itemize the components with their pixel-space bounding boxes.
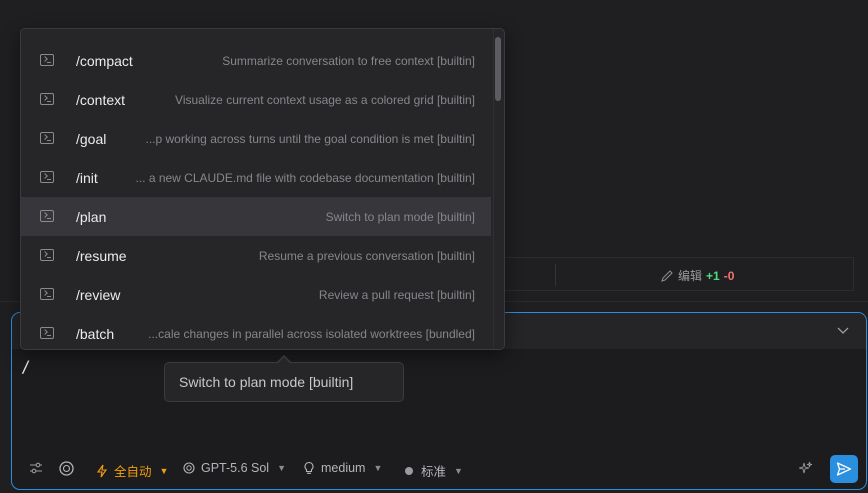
- command-item-compact[interactable]: /compact Summarize conversation to free …: [21, 41, 491, 80]
- enhance-prompt-button[interactable]: [799, 461, 813, 475]
- command-name: /review: [76, 286, 121, 303]
- bulb-icon: [304, 461, 314, 474]
- row-divider: [555, 264, 556, 286]
- tooltip-arrow-inner: [278, 357, 290, 363]
- terminal-icon: [40, 93, 54, 105]
- sparkle-icon: [799, 461, 813, 474]
- terminal-icon: [40, 210, 54, 222]
- terminal-icon: [40, 54, 54, 66]
- chevron-down-icon[interactable]: [836, 323, 850, 337]
- tooltip-text: Switch to plan mode [builtin]: [179, 374, 354, 390]
- command-description: ... a new CLAUDE.md file with codebase d…: [135, 170, 475, 185]
- lines-added: +1: [706, 268, 720, 283]
- command-item-context[interactable]: /context Visualize current context usage…: [21, 80, 491, 119]
- command-name: /goal: [76, 130, 107, 147]
- app-root: 编辑 +1 -0 / 全自动 ▼ GPT-5.6 Sol ▼ medium ▼ …: [0, 0, 868, 493]
- message-input[interactable]: /: [21, 357, 31, 376]
- terminal-icon: [40, 249, 54, 261]
- send-icon: [836, 462, 852, 476]
- terminal-icon: [40, 327, 54, 339]
- command-description: Switch to plan mode [builtin]: [325, 209, 475, 224]
- edit-label: 编辑: [678, 269, 703, 283]
- command-list: /compact Summarize conversation to free …: [21, 41, 491, 349]
- command-tooltip: Switch to plan mode [builtin]: [164, 362, 404, 402]
- command-name: /resume: [76, 247, 127, 264]
- send-button[interactable]: [830, 455, 858, 483]
- model-label: GPT-5.6 Sol: [201, 461, 270, 475]
- command-item-resume[interactable]: /resume Resume a previous conversation […: [21, 236, 491, 275]
- dot-icon: [405, 466, 413, 475]
- command-description: Resume a previous conversation [builtin]: [258, 248, 475, 263]
- command-description: Summarize conversation to free context […: [222, 53, 475, 68]
- lines-removed: -0: [723, 268, 735, 283]
- pencil-icon: [661, 269, 673, 282]
- command-name: /init: [76, 169, 98, 186]
- command-description: ...cale changes in parallel across isola…: [148, 326, 475, 341]
- mode-label: 全自动: [114, 465, 152, 479]
- terminal-icon: [40, 288, 54, 300]
- effort-label: medium: [321, 461, 366, 475]
- chevron-down-icon: ▼: [159, 465, 169, 476]
- command-item-goal[interactable]: /goal ...p working across turns until th…: [21, 119, 491, 158]
- effort-selector[interactable]: medium ▼: [302, 461, 382, 475]
- openai-icon: [59, 461, 74, 476]
- command-name: /batch: [76, 325, 115, 342]
- chevron-down-icon: ▼: [454, 465, 463, 476]
- command-description: ...p working across turns until the goal…: [145, 131, 476, 146]
- command-name: /compact: [76, 52, 133, 69]
- composer-toolbar: 全自动 ▼ GPT-5.6 Sol ▼ medium ▼ 标准 ▼: [12, 449, 866, 489]
- openai-icon: [183, 462, 195, 474]
- style-label: 标准: [421, 465, 447, 479]
- command-item-init[interactable]: /init ... a new CLAUDE.md file with code…: [21, 158, 491, 197]
- mode-selector[interactable]: 全自动 ▼: [95, 461, 168, 480]
- command-item-plan[interactable]: /plan Switch to plan mode [builtin]: [21, 197, 491, 236]
- style-selector[interactable]: 标准 ▼: [402, 461, 463, 480]
- command-item-review[interactable]: /review Review a pull request [builtin]: [21, 275, 491, 314]
- popup-scrollbar-thumb[interactable]: [495, 37, 501, 101]
- command-description: Visualize current context usage as a col…: [175, 92, 475, 107]
- terminal-icon: [40, 171, 54, 183]
- sliders-icon: [30, 462, 42, 474]
- command-item-batch[interactable]: /batch ...cale changes in parallel acros…: [21, 314, 491, 349]
- provider-button[interactable]: [58, 460, 75, 477]
- command-name: /context: [76, 91, 126, 108]
- model-selector[interactable]: GPT-5.6 Sol ▼: [182, 461, 286, 475]
- chevron-down-icon: ▼: [373, 463, 383, 473]
- terminal-icon: [40, 132, 54, 144]
- settings-button[interactable]: [29, 461, 43, 475]
- chevron-down-icon: ▼: [277, 463, 287, 473]
- slash-command-popup: /compact Summarize conversation to free …: [20, 28, 505, 350]
- command-name: /plan: [76, 208, 107, 225]
- edit-info[interactable]: 编辑 +1 -0: [660, 267, 734, 284]
- edit-summary-row: 编辑 +1 -0: [500, 257, 854, 291]
- command-description: Review a pull request [builtin]: [318, 287, 475, 302]
- lightning-icon: [96, 464, 108, 477]
